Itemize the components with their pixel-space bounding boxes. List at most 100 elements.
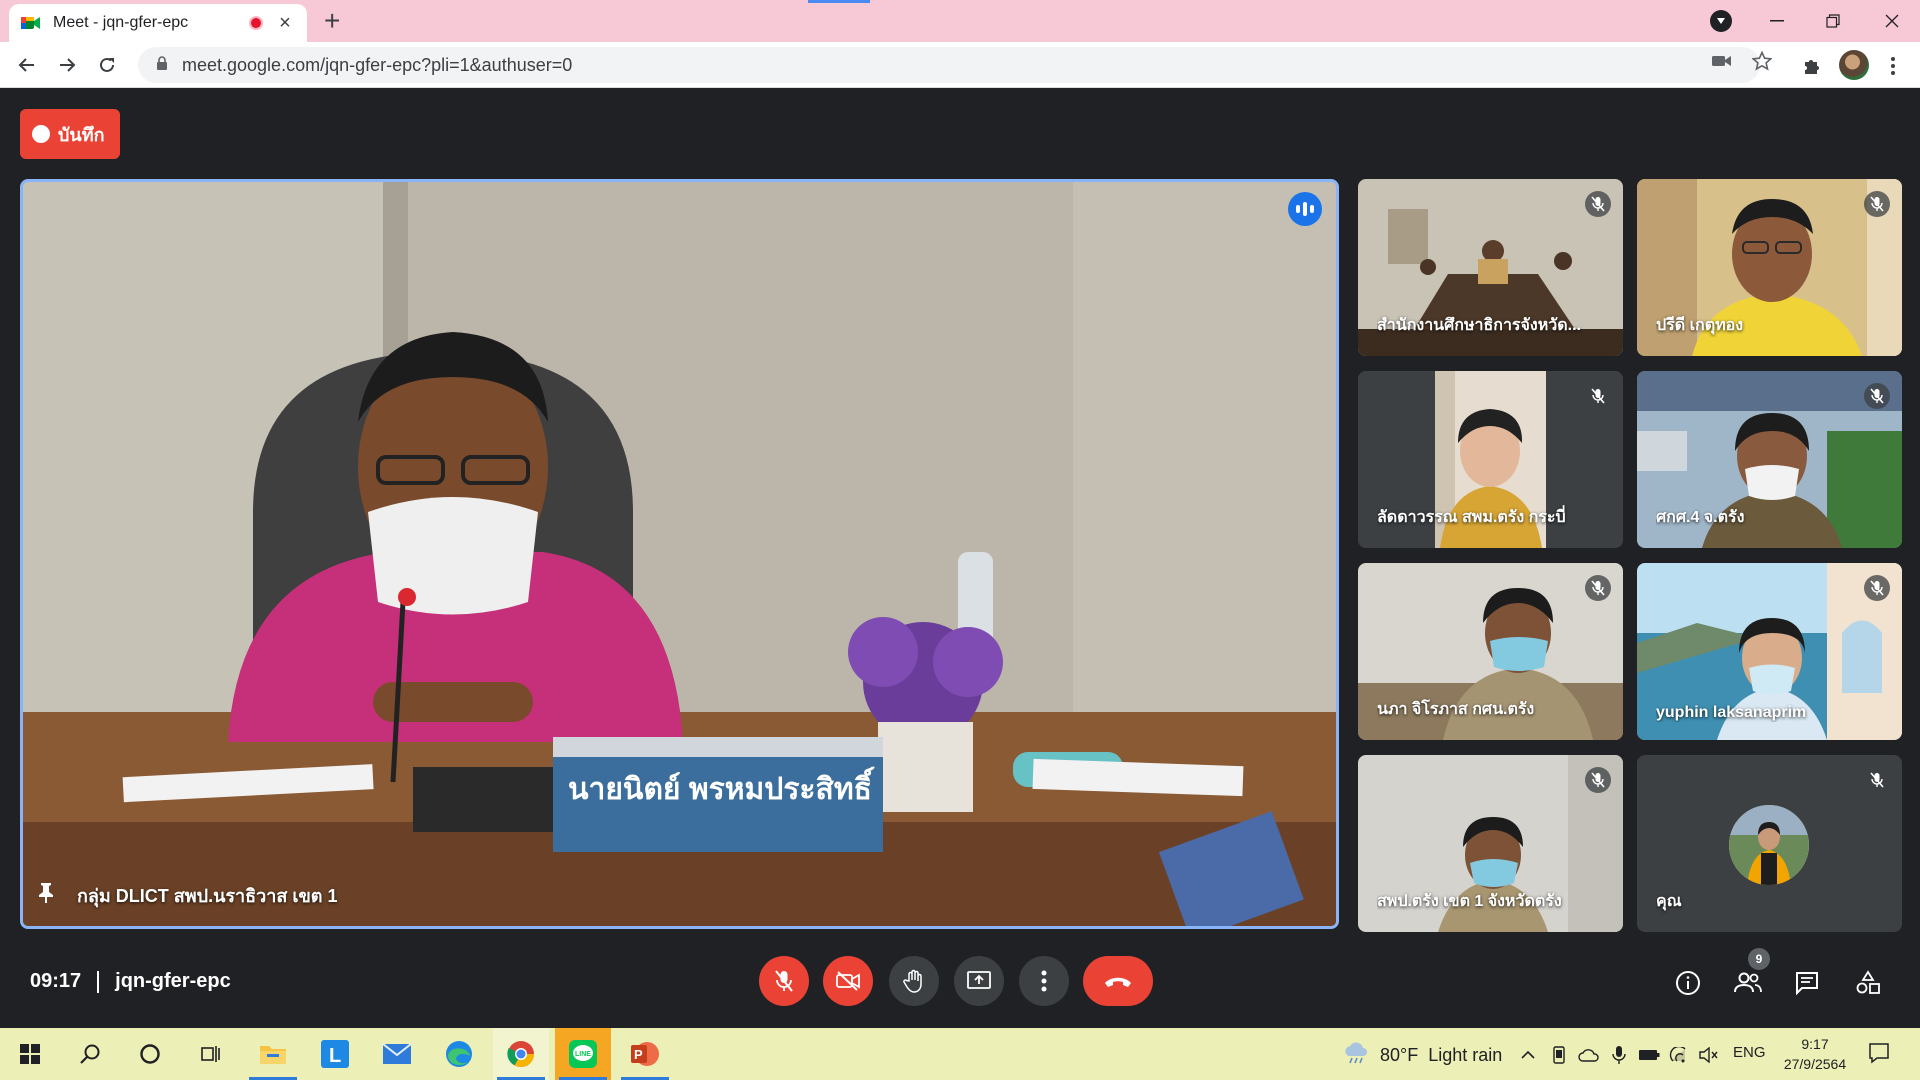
address-bar[interactable]: meet.google.com/jqn-gfer-epc?pli=1&authu… <box>138 47 1760 83</box>
restore-icon[interactable] <box>1818 6 1848 36</box>
device-tray-icon[interactable] <box>1548 1044 1570 1066</box>
weather-widget[interactable]: 80°F Light rain <box>1342 1042 1502 1069</box>
svg-text:P: P <box>634 1047 643 1062</box>
mic-off-icon <box>775 970 793 992</box>
lock-icon <box>156 55 168 75</box>
chrome-taskbar-icon[interactable] <box>493 1028 549 1080</box>
profile-avatar[interactable] <box>1839 50 1869 80</box>
microphone-tray-icon[interactable] <box>1608 1044 1630 1066</box>
more-vert-icon <box>1041 970 1047 992</box>
muted-mic-icon <box>1864 767 1890 793</box>
participant-tile[interactable]: สำนักงานศึกษาธิการจังหวัด... <box>1358 179 1623 356</box>
participant-name: สพป.ตรัง เขต 1 จังหวัดตรัง <box>1377 893 1562 910</box>
muted-mic-icon <box>1864 191 1890 217</box>
muted-mic-icon <box>1585 575 1611 601</box>
url-text: meet.google.com/jqn-gfer-epc?pli=1&authu… <box>182 54 573 75</box>
task-view-icon[interactable] <box>182 1028 238 1080</box>
windows-start-icon[interactable] <box>2 1028 58 1080</box>
edge-browser-icon[interactable] <box>431 1028 487 1080</box>
present-screen-button[interactable] <box>954 956 1004 1006</box>
self-avatar <box>1729 805 1809 885</box>
meeting-details-icon[interactable] <box>1673 968 1703 998</box>
forward-arrow-icon[interactable] <box>52 50 82 80</box>
battery-icon[interactable] <box>1638 1044 1660 1066</box>
camera-toggle-button[interactable] <box>823 956 873 1006</box>
participant-name: ศกศ.4 จ.ตรัง <box>1656 509 1745 526</box>
tab-close-icon[interactable]: × <box>275 13 295 33</box>
muted-mic-icon <box>1585 191 1611 217</box>
participant-tile[interactable]: นภา จิโรภาส กศน.ตรัง <box>1358 563 1623 740</box>
raise-hand-button[interactable] <box>889 956 939 1006</box>
svg-text:LINE: LINE <box>575 1051 591 1058</box>
cortana-icon[interactable] <box>122 1028 178 1080</box>
reload-icon[interactable] <box>92 50 122 80</box>
chrome-menu-icon[interactable] <box>1880 53 1906 79</box>
self-tile[interactable]: คุณ <box>1637 755 1902 932</box>
hand-icon <box>903 969 922 993</box>
meet-control-bar: 09:17 jqn-gfer-epc 9 <box>0 938 1920 1028</box>
microphone-toggle-button[interactable] <box>759 956 809 1006</box>
extensions-puzzle-icon[interactable] <box>1799 53 1825 79</box>
powerpoint-icon[interactable]: P <box>617 1028 673 1080</box>
main-video-frame: นายนิตย์ พรหมประสิทธิ์ <box>23 182 1336 926</box>
volume-muted-icon[interactable] <box>1698 1044 1720 1066</box>
recording-badge: บันทึก <box>20 109 120 159</box>
meet-window: บันทึก นายนิตย์ พรหมประสิทธิ์ กลุ่ม DLIC… <box>0 88 1920 1028</box>
meeting-info: 09:17 jqn-gfer-epc <box>30 970 231 993</box>
leave-call-button[interactable] <box>1083 956 1153 1006</box>
chat-icon[interactable] <box>1792 968 1822 998</box>
tab-strip-indicator <box>808 0 870 3</box>
windows-taskbar: L LINE P 80°F Light rain ENG 9:17 27/9/2… <box>0 1028 1920 1080</box>
new-tab-button[interactable]: + <box>324 7 340 35</box>
hang-up-icon <box>1105 977 1131 987</box>
svg-text:L: L <box>329 1045 341 1067</box>
main-speaker-tile[interactable]: นายนิตย์ พรหมประสิทธิ์ กลุ่ม DLICT สพป.น… <box>20 179 1339 929</box>
bookmark-star-icon[interactable] <box>1751 50 1773 72</box>
wifi-icon[interactable] <box>1668 1044 1690 1066</box>
participant-name: นภา จิโรภาส กศน.ตรัง <box>1377 701 1535 718</box>
taskbar-time: 9:17 <box>1801 1036 1829 1052</box>
weather-rain-icon <box>1342 1042 1370 1069</box>
self-name: คุณ <box>1656 893 1682 910</box>
minimize-icon[interactable] <box>1762 6 1792 36</box>
more-options-button[interactable] <box>1019 956 1069 1006</box>
onedrive-cloud-icon[interactable] <box>1578 1044 1600 1066</box>
participant-name: สำนักงานศึกษาธิการจังหวัด... <box>1377 317 1581 334</box>
notification-icon[interactable] <box>1868 1042 1890 1069</box>
people-icon[interactable] <box>1733 968 1763 998</box>
search-icon[interactable] <box>62 1028 118 1080</box>
browser-tab-meet[interactable]: Meet - jqn-gfer-epc × <box>9 4 307 42</box>
meeting-code: jqn-gfer-epc <box>115 970 231 992</box>
taskbar-clock[interactable]: 9:17 27/9/2564 <box>1780 1034 1850 1074</box>
file-explorer-icon[interactable] <box>245 1028 301 1080</box>
activities-icon[interactable] <box>1853 968 1883 998</box>
muted-mic-icon <box>1585 767 1611 793</box>
l-app-icon[interactable]: L <box>307 1028 363 1080</box>
main-speaker-name: กลุ่ม DLICT สพป.นราธิวาส เขต 1 <box>77 886 338 906</box>
muted-mic-icon <box>1864 383 1890 409</box>
muted-mic-icon <box>1864 575 1890 601</box>
record-dot-icon <box>32 125 50 143</box>
tab-search-icon[interactable] <box>1710 10 1732 32</box>
muted-mic-icon <box>1585 383 1611 409</box>
camera-off-icon <box>836 971 860 991</box>
participant-name: ลัดดาวรรณ สพม.ตรัง กระบี่ <box>1377 509 1566 526</box>
mail-icon[interactable] <box>369 1028 425 1080</box>
pin-icon[interactable] <box>37 882 55 909</box>
participant-name: yuphin laksanaprim <box>1656 704 1807 721</box>
speaking-indicator-icon <box>1288 192 1322 226</box>
participant-tile[interactable]: สพป.ตรัง เขต 1 จังหวัดตรัง <box>1358 755 1623 932</box>
meet-favicon-icon <box>21 15 41 31</box>
camera-in-use-icon[interactable] <box>1711 50 1733 72</box>
line-app-icon[interactable]: LINE <box>555 1028 611 1080</box>
participant-tile[interactable]: yuphin laksanaprim <box>1637 563 1902 740</box>
tab-recording-icon <box>249 16 263 30</box>
main-speaker-label: กลุ่ม DLICT สพป.นราธิวาส เขต 1 <box>37 881 338 910</box>
chevron-up-icon[interactable] <box>1517 1044 1539 1066</box>
back-arrow-icon[interactable] <box>12 50 42 80</box>
participant-tile[interactable]: ศกศ.4 จ.ตรัง <box>1637 371 1902 548</box>
participant-tile[interactable]: ลัดดาวรรณ สพม.ตรัง กระบี่ <box>1358 371 1623 548</box>
close-window-icon[interactable] <box>1877 6 1907 36</box>
participant-tile[interactable]: ปรีดี เกตุทอง <box>1637 179 1902 356</box>
language-indicator[interactable]: ENG <box>1733 1044 1766 1061</box>
